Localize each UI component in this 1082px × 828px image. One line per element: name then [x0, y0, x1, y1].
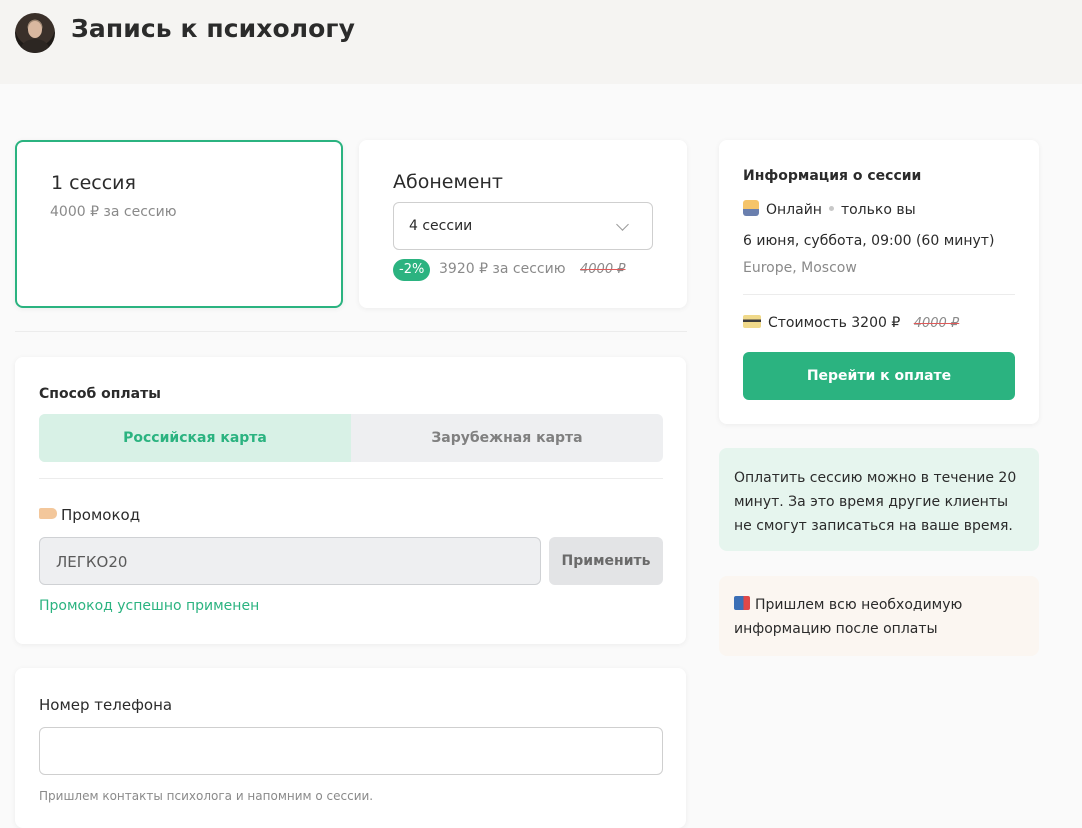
promo-label-row: Промокод	[39, 506, 140, 524]
sessions-count-select[interactable]: 4 сессии	[393, 202, 653, 250]
discount-badge: -2%	[393, 259, 431, 281]
promo-input[interactable]: ЛЕГКО20	[39, 537, 541, 585]
go-to-payment-button[interactable]: Перейти к оплате	[743, 352, 1015, 400]
phone-hint: Пришлем контакты психолога и напомним о …	[39, 789, 374, 803]
page-header: Запись к психологу	[0, 0, 1082, 84]
divider	[743, 294, 1015, 295]
old-price: 4000 ₽	[580, 262, 626, 277]
person-laptop-icon	[743, 200, 759, 216]
session-cost: Стоимость 3200 ₽	[768, 315, 901, 331]
session-datetime: 6 июня, суббота, 09:00 (60 минут)	[743, 233, 995, 249]
session-cost-row: Стоимость 3200 ₽ 4000 ₽	[743, 315, 959, 331]
session-participants: только вы	[840, 202, 916, 218]
promo-success-text: Промокод успешно применен	[39, 598, 260, 614]
plan-subscription[interactable]: Абонемент 4 сессии -2% 3920 ₽ за сессию …	[359, 140, 687, 308]
plan-title: 1 сессия	[51, 172, 136, 194]
credit-card-icon	[743, 315, 761, 328]
plan-price: 3920 ₽ за сессию	[439, 261, 566, 277]
payment-method-card: Способ оплаты Российская карта Зарубежна…	[15, 357, 686, 644]
apply-promo-button[interactable]: Применить	[549, 537, 663, 585]
promo-label: Промокод	[61, 506, 141, 524]
time-limit-text: Оплатить сессию можно в течение 20 минут…	[734, 470, 1017, 534]
tag-icon	[39, 508, 57, 519]
option-foreign-card[interactable]: Зарубежная карта	[351, 414, 663, 462]
session-format-row: Онлайн только вы	[743, 200, 916, 218]
old-price: 4000 ₽	[913, 316, 960, 331]
page-title: Запись к психологу	[71, 14, 355, 43]
after-payment-row: Пришлем всю необходимую информацию после…	[734, 593, 1024, 641]
after-payment-text: Пришлем всю необходимую информацию после…	[734, 597, 963, 637]
section-title: Способ оплаты	[39, 386, 161, 402]
avatar	[15, 13, 55, 53]
select-value: 4 сессии	[409, 218, 473, 234]
plan-single-session[interactable]: 1 сессия 4000 ₽ за сессию	[15, 140, 343, 308]
plan-title: Абонемент	[393, 171, 503, 193]
session-info-card: Информация о сессии Онлайн только вы 6 ию…	[719, 140, 1039, 424]
after-payment-note: Пришлем всю необходимую информацию после…	[719, 576, 1039, 656]
chevron-down-icon	[616, 218, 629, 231]
session-format: Онлайн	[766, 202, 822, 218]
payment-method-toggle: Российская карта Зарубежная карта	[39, 414, 663, 462]
divider	[15, 331, 687, 332]
session-timezone: Europe, Moscow	[743, 260, 857, 276]
plan-price: 4000 ₽ за сессию	[50, 204, 177, 220]
info-title: Информация о сессии	[743, 168, 922, 184]
phone-card: Номер телефона Пришлем контакты психолог…	[15, 668, 686, 828]
dot-separator	[828, 206, 834, 211]
phone-label: Номер телефона	[39, 696, 173, 714]
option-russian-card[interactable]: Российская карта	[39, 414, 351, 462]
divider	[39, 478, 663, 479]
promo-value: ЛЕГКО20	[56, 553, 128, 571]
phone-input[interactable]	[39, 727, 663, 775]
time-limit-note: Оплатить сессию можно в течение 20 минут…	[719, 448, 1039, 551]
mailbox-icon	[734, 596, 750, 610]
